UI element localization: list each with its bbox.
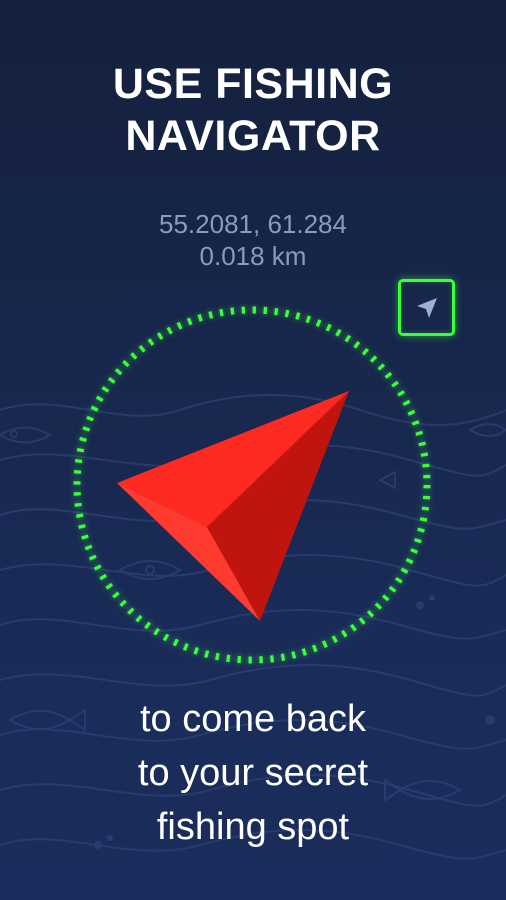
location-readout: 55.2081, 61.284 0.018 km xyxy=(0,208,506,272)
tagline-line-1: to come back xyxy=(140,698,366,740)
distance-text: 0.018 km xyxy=(199,241,307,271)
page-title: USE FISHING NAVIGATOR xyxy=(0,58,506,162)
title-line-2: NAVIGATOR xyxy=(125,112,381,160)
tagline-line-3: fishing spot xyxy=(156,806,350,848)
promo-screen: USE FISHING NAVIGATOR 55.2081, 61.284 0.… xyxy=(0,0,506,900)
coordinates-text: 55.2081, 61.284 xyxy=(159,209,347,239)
title-line-1: USE FISHING xyxy=(112,60,394,108)
tagline-line-2: to your secret xyxy=(137,752,369,794)
compass xyxy=(62,299,442,679)
direction-arrow-icon xyxy=(117,390,350,621)
tagline: to come back to your secret fishing spot xyxy=(0,692,506,854)
